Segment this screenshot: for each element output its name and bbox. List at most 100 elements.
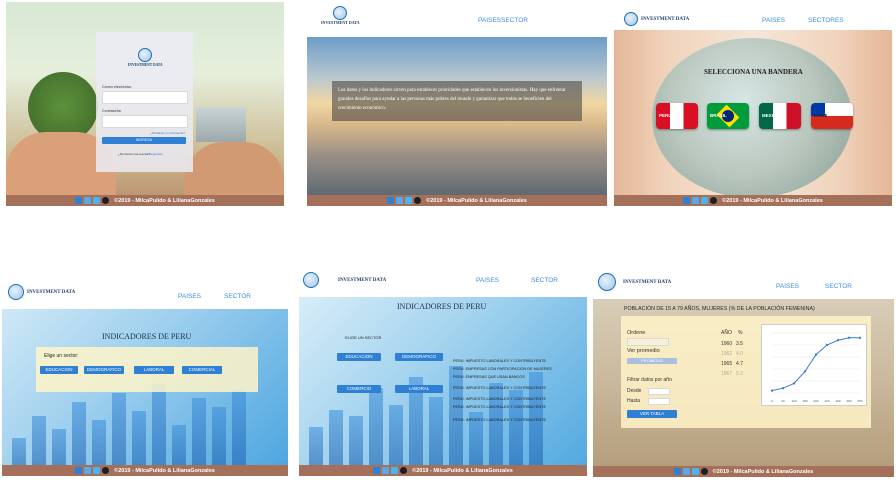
footer-text: ©2019 - MilcaPulido & LilianaGonzales — [722, 197, 823, 204]
twitter-icon[interactable] — [93, 467, 101, 474]
footer: ©2019 - MilcaPulido & LilianaGonzales — [307, 195, 607, 206]
facebook-icon[interactable] — [387, 197, 395, 204]
twitter-icon[interactable] — [691, 468, 699, 475]
nav-sector[interactable]: SECTOR — [224, 293, 251, 300]
github-icon[interactable] — [102, 197, 110, 204]
from-input[interactable] — [648, 388, 670, 395]
flag-mexico[interactable]: MEXICO — [759, 103, 801, 129]
line-chart-box: 0 40 120 180 260 320 400 480 550 — [761, 324, 867, 406]
data-point — [803, 370, 807, 373]
nav-sector[interactable]: SECTOR — [501, 17, 528, 24]
sector-button-comercio[interactable]: COMERCIO — [337, 385, 381, 393]
password-field[interactable] — [102, 115, 188, 128]
sector-button-demografico[interactable]: DEMOGRAFICO — [395, 353, 443, 361]
indicator-link[interactable]: PERU: IMPUESTO LABORALES Y CONTRIBUYENTE — [453, 405, 546, 409]
indicator-link[interactable]: PERU: IMPUESTO LABORALES Y CONTRIBUYENTE — [453, 386, 546, 390]
email-field[interactable] — [102, 91, 188, 104]
twitter-icon[interactable] — [391, 467, 399, 474]
nav-paises[interactable]: PAISES — [476, 277, 499, 284]
nav-paises[interactable]: PAISES — [762, 17, 785, 24]
github-icon[interactable] — [400, 467, 408, 474]
github-icon[interactable] — [414, 197, 422, 204]
indicators-title: INDICADORES DE PERU — [102, 332, 192, 341]
twitter-icon[interactable] — [405, 197, 413, 204]
github-icon[interactable] — [700, 468, 708, 475]
logo: INVESTMENT DATA — [598, 273, 671, 291]
brand-name: INVESTMENT DATA — [321, 20, 360, 25]
x-tick-label: 180 — [802, 399, 807, 403]
flag-label: BRASIL — [710, 113, 727, 118]
github-icon[interactable] — [102, 467, 110, 474]
mail-icon[interactable] — [682, 468, 690, 475]
sector-button-laboral[interactable]: LABORAL — [134, 366, 174, 374]
flag-peru[interactable]: PERU — [656, 103, 698, 129]
money-background-image: POBLACIÓN DE 15 A 79 AÑOS, MUJERES (% DE… — [593, 299, 894, 466]
x-tick-label: 480 — [846, 399, 851, 403]
to-label: Hasta — [627, 398, 641, 404]
indicator-link[interactable]: PERU: IMPUESTO LABORALES Y CONTRIBUYENTE — [453, 418, 546, 422]
x-tick-label: 0 — [771, 399, 773, 403]
globe-logo-icon — [333, 6, 348, 20]
facebook-icon[interactable] — [373, 467, 381, 474]
github-icon[interactable] — [710, 197, 718, 204]
year-cell: 1962 — [721, 351, 733, 357]
series-line — [771, 337, 860, 392]
mail-icon[interactable] — [692, 197, 700, 204]
chart-background-image: INDICADORES DE PERU ELIGE UN SECTOR EDUC… — [299, 297, 587, 465]
mail-icon[interactable] — [84, 467, 92, 474]
flags-title: SELECCIONA UNA BANDERA — [704, 68, 803, 76]
filter-label: Filtrar datos por año — [627, 377, 672, 383]
indicator-link[interactable]: PERU: EMPRESAS CON PARTICIPACION DE MUJE… — [453, 367, 552, 371]
hero-text-box: Los datos y los indicadores sirven para … — [332, 81, 582, 121]
brand-name: INVESTMENT DATA — [27, 289, 76, 295]
sector-button-educacion[interactable]: EDUCACION — [337, 353, 381, 361]
nav-paises[interactable]: PAISES — [478, 17, 501, 24]
view-table-button[interactable]: VER TABLA — [627, 410, 677, 418]
mail-icon[interactable] — [396, 197, 404, 204]
facebook-icon[interactable] — [683, 197, 691, 204]
nav-paises[interactable]: PAISES — [178, 293, 201, 300]
flag-chile[interactable]: CHILE — [811, 103, 853, 129]
logo: INVESTMENT DATA — [624, 12, 689, 26]
sector-button-educacion[interactable]: EDUCACION — [40, 366, 78, 374]
nav-sector[interactable]: SECTOR — [531, 277, 558, 284]
sector-button-laboral[interactable]: LABORAL — [395, 385, 443, 393]
forgot-password-link[interactable]: ¿Olvidaste tu contraseña? — [150, 131, 185, 135]
population-line-chart: 0 40 120 180 260 320 400 480 550 — [770, 332, 863, 403]
chart-background-image: INDICADORES DE PERU Elige un sector: EDU… — [2, 309, 288, 465]
data-point — [770, 389, 774, 392]
to-input[interactable] — [648, 398, 670, 405]
login-button[interactable]: INGRESA — [102, 137, 186, 144]
mail-icon[interactable] — [382, 467, 390, 474]
logo: INVESTMENT DATA — [321, 6, 360, 25]
flag-brasil[interactable]: BRASIL — [707, 103, 749, 129]
email-label: Correo electrónico — [102, 85, 132, 89]
twitter-icon[interactable] — [701, 197, 709, 204]
globe-hands-image: SELECCIONA UNA BANDERA PERU BRASIL MEXIC… — [614, 30, 892, 198]
hero-text: Los datos y los indicadores sirven para … — [338, 88, 566, 111]
city-image — [196, 107, 246, 142]
sector-button-comercial[interactable]: COMERCIAL — [182, 366, 222, 374]
mail-icon[interactable] — [84, 197, 92, 204]
facebook-icon[interactable] — [75, 467, 83, 474]
nav-paises[interactable]: PAISES — [776, 283, 799, 290]
indicator-link[interactable]: PERU: IMPUESTO LABORALES Y CONTRIBUYENTE — [453, 359, 546, 363]
sector-button-demografico[interactable]: DEMOGRAFICO — [84, 366, 124, 374]
twitter-icon[interactable] — [93, 197, 101, 204]
indicator-link[interactable]: PERU: EMPRESAS QUE USAN BANCOS — [453, 375, 525, 379]
panel-population: INVESTMENT DATA PAISES SECTOR POBLACIÓN … — [593, 271, 894, 477]
nav-sector[interactable]: SECTOR — [825, 283, 852, 290]
facebook-icon[interactable] — [673, 468, 681, 475]
indicator-link[interactable]: PERU: IMPUESTO LABORALES Y CONTRIBUYENTE — [453, 397, 546, 401]
nav-sectores[interactable]: SECTORES — [808, 17, 844, 24]
average-button[interactable]: PROMEDIO — [627, 358, 677, 364]
brand-name: INVESTMENT DATA — [338, 277, 387, 283]
flag-label: CHILE — [814, 113, 828, 118]
register-link[interactable]: Regístrate — [149, 152, 163, 156]
data-point — [814, 353, 818, 356]
footer-text: ©2019 - MilcaPulido & LilianaGonzales — [114, 197, 215, 204]
order-select[interactable] — [627, 338, 669, 346]
order-label: Ordene — [627, 330, 646, 336]
facebook-icon[interactable] — [75, 197, 83, 204]
footer: ©2019 - MilcaPulido & LilianaGonzales — [614, 195, 892, 206]
